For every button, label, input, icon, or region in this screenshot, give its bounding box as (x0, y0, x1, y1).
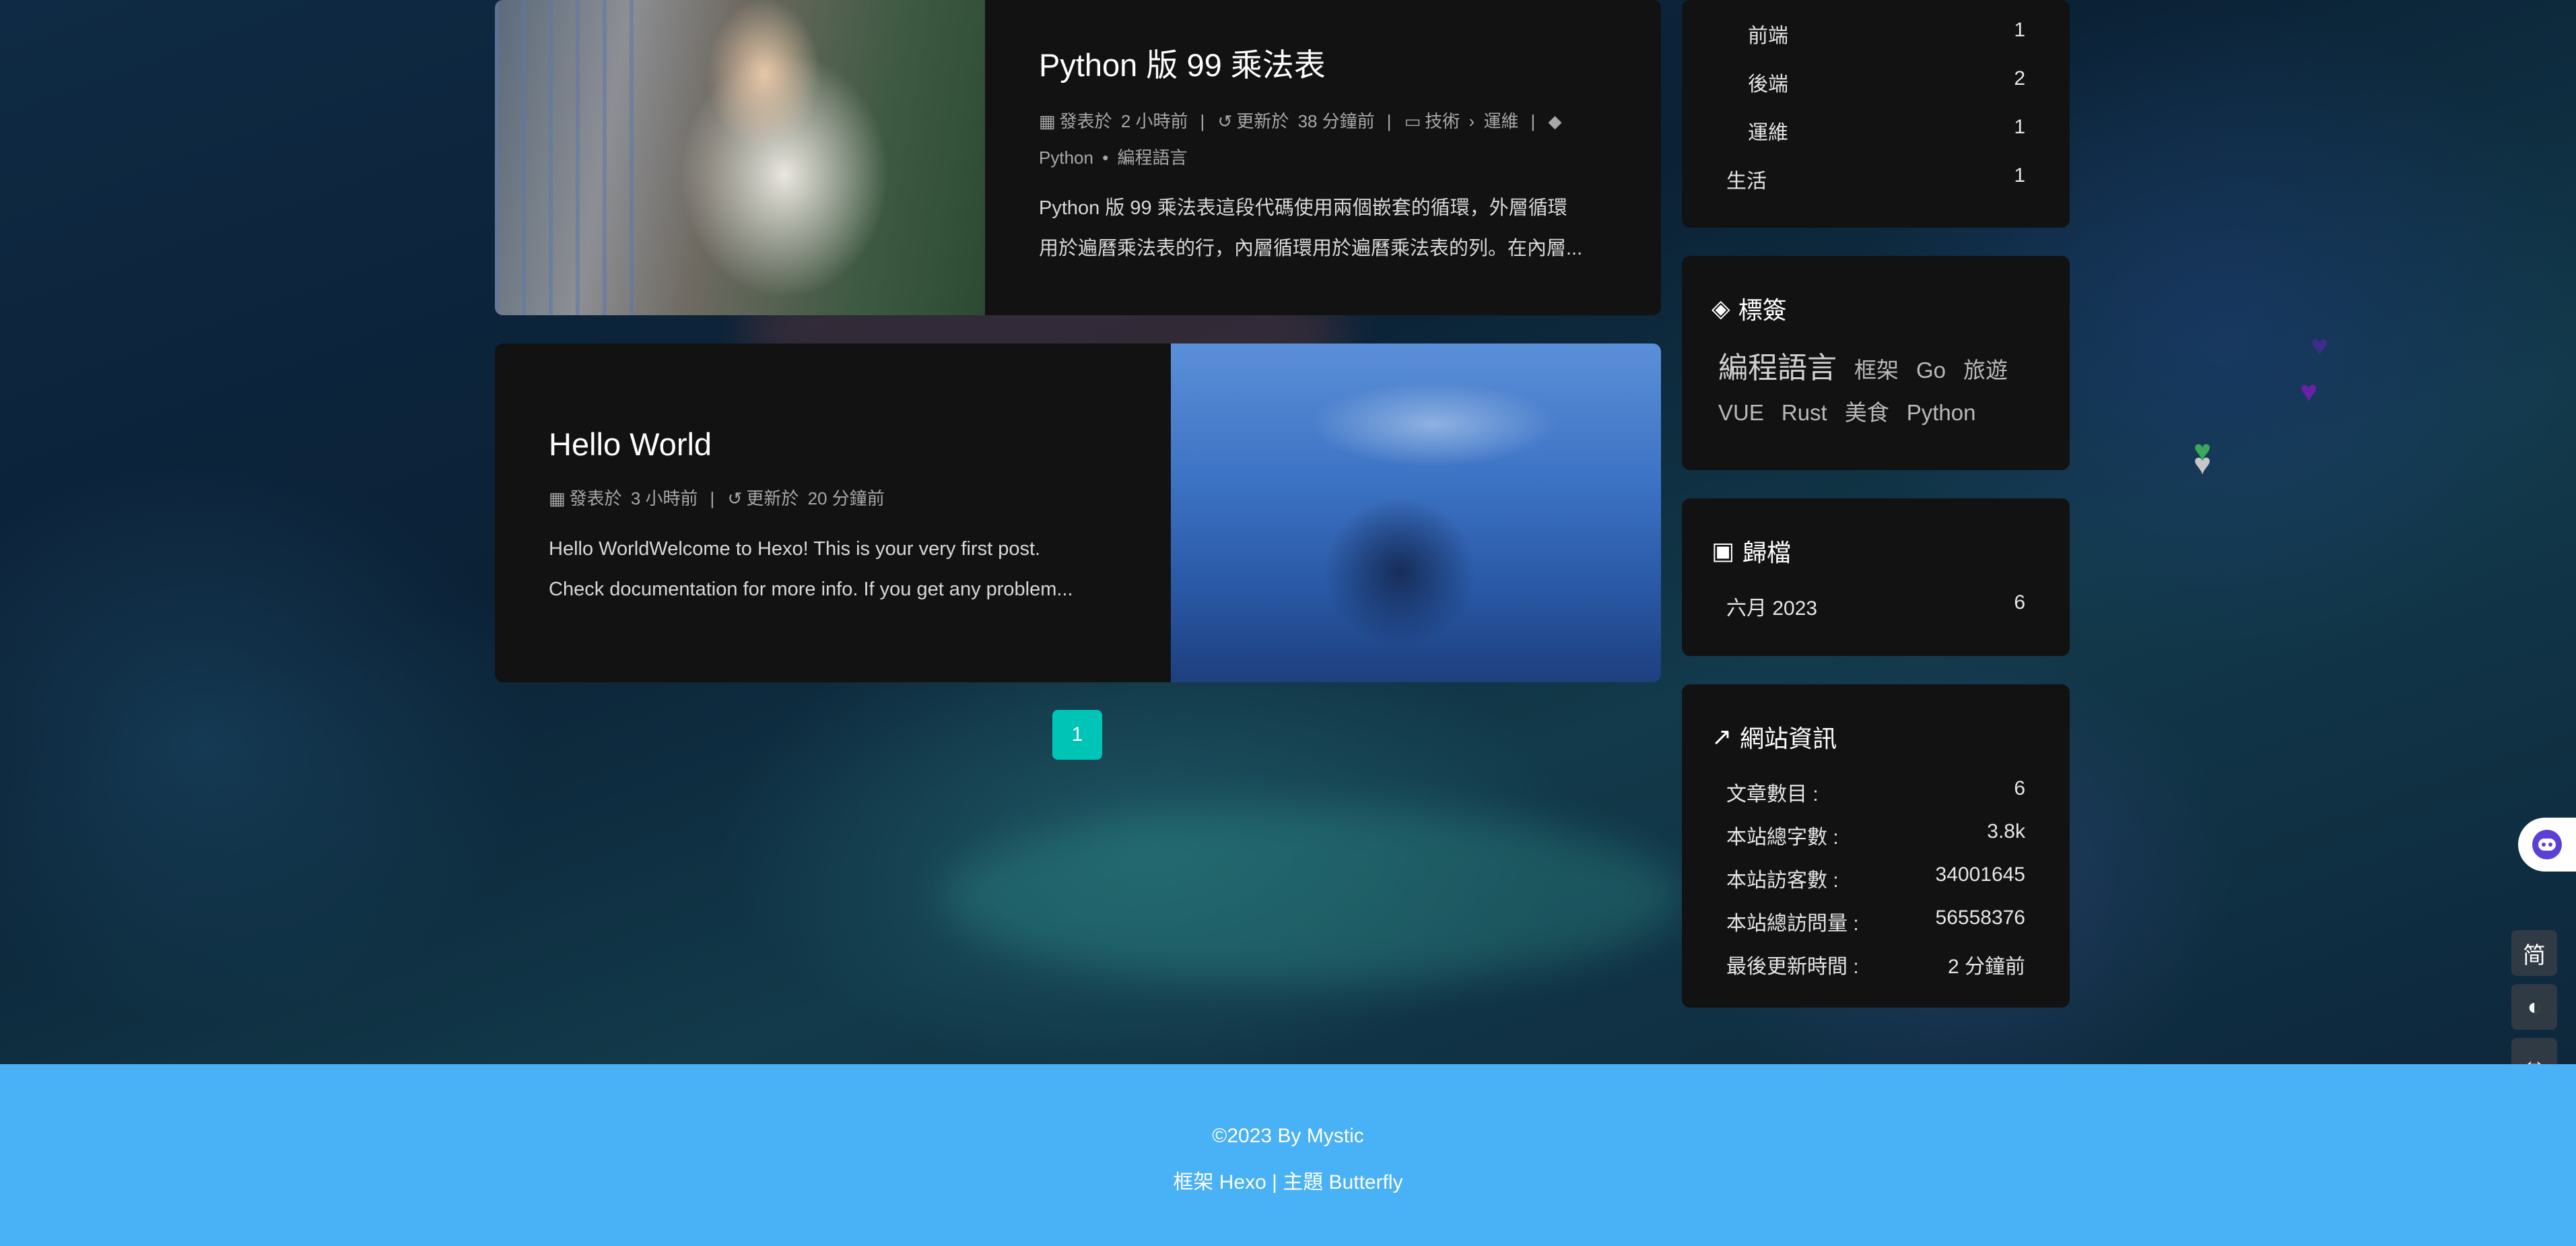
excerpt-line: Hello WorldWelcome to Hexo! This is your… (549, 538, 1041, 560)
updated-label: 更新於 (746, 488, 799, 509)
site-info-value: 6 (2014, 777, 2025, 799)
pagination-page-button[interactable]: 1 (1052, 710, 1102, 760)
category-count: 1 (2014, 116, 2025, 138)
categories-card: 前端 1 後端 2 運維 1 生活 1 (1682, 0, 2070, 228)
category-item[interactable]: 運維 1 (1748, 116, 2025, 145)
heart-icon: ♥ (2300, 375, 2318, 408)
post-excerpt: Python 版 99 乘法表這段代碼使用兩個嵌套的循環，外層循環 用於遍曆乘法… (1039, 188, 1631, 269)
site-info-label: 本站總字數 : (1726, 826, 1839, 849)
archive-card-header: ▣ 歸檔 (1711, 533, 1791, 568)
category-count: 1 (2014, 19, 2025, 41)
post-cover-image[interactable] (1171, 343, 1661, 682)
post-card[interactable]: Python 版 99 乘法表 ▦ 發表於 2 小時前 | ↺ 更新於 38 分鐘前 |… (495, 0, 1661, 315)
updated-time: 38 分鐘前 (1297, 111, 1375, 131)
footer-framework[interactable]: 框架 Hexo | 主題 Butterfly (0, 1165, 2576, 1195)
archive-count: 6 (2014, 591, 2025, 614)
archive-month: 六月 2023 (1726, 597, 1818, 620)
excerpt-line: 用於遍曆乘法表的行，內層循環用於遍曆乘法表的列。在內層... (1039, 238, 1583, 259)
site-info-card: ↗ 網站資訊 文章數目 : 6 本站總字數 : 3.8k 本站訪客數 : 340016… (1682, 684, 2070, 1008)
category-name: 生活 (1726, 170, 1767, 193)
site-info-label: 文章數目 : (1726, 783, 1819, 806)
published-label: 發表於 (1059, 111, 1112, 131)
category-name: 運維 (1748, 122, 1788, 144)
tag-cloud: 編程語言 框架 Go 旅遊 VUE Rust 美食 Python (1718, 343, 2043, 427)
heart-icon: ♥ (2311, 329, 2329, 362)
post-title[interactable]: Hello World (549, 426, 1141, 463)
excerpt-line: Python 版 99 乘法表這段代碼使用兩個嵌套的循環，外層循環 (1039, 197, 1567, 219)
post-cover-image[interactable] (495, 0, 985, 315)
site-info-row: 最後更新時間 : 2 分鐘前 (1726, 950, 2025, 979)
site-info-value: 34001645 (1935, 863, 2025, 886)
updated-time: 20 分鐘前 (807, 488, 885, 509)
tag-icon: ◆ (1548, 111, 1562, 131)
post-tag[interactable]: Python (1039, 147, 1093, 168)
category-link[interactable]: 技術 (1425, 111, 1460, 131)
post-tag[interactable]: 編程語言 (1118, 147, 1188, 168)
tag-link[interactable]: Rust (1782, 400, 1827, 426)
published-time: 3 小時前 (630, 488, 698, 509)
inbox-icon: ▭ (1404, 111, 1421, 131)
archive-item[interactable]: 六月 2023 6 (1726, 591, 2025, 621)
category-count: 2 (2014, 67, 2025, 90)
site-info-value: 3.8k (1987, 820, 2025, 843)
tag-link[interactable]: 旅遊 (1963, 352, 2008, 385)
excerpt-line: Check documentation for more info. If yo… (549, 579, 1073, 600)
updated-label: 更新於 (1236, 111, 1289, 131)
tag-link[interactable]: VUE (1718, 400, 1764, 426)
tags-icon: ◈ (1711, 294, 1730, 322)
site-info-label: 本站訪客數 : (1726, 870, 1839, 892)
darkmode-toggle-button[interactable]: ◐ (2511, 984, 2557, 1030)
footer: ©2023 By Mystic 框架 Hexo | 主題 Butterfly (0, 1064, 2576, 1246)
site-info-value: 2 分鐘前 (1947, 956, 2025, 978)
calendar-icon: ▦ (549, 488, 566, 509)
category-item[interactable]: 前端 1 (1748, 19, 2025, 48)
category-item[interactable]: 生活 1 (1726, 164, 2025, 194)
tags-card-header: ◈ 標簽 (1711, 291, 1787, 326)
heart-icon: ♥ (2194, 448, 2212, 481)
history-icon: ↺ (1217, 111, 1233, 131)
site-info-label: 最後更新時間 : (1726, 956, 1859, 978)
contrast-icon: ◐ (2527, 993, 2542, 1020)
published-label: 發表於 (569, 488, 622, 509)
post-excerpt: Hello WorldWelcome to Hexo! This is your… (549, 529, 1141, 610)
category-name: 前端 (1748, 25, 1788, 47)
archive-card: ▣ 歸檔 六月 2023 6 (1682, 498, 2070, 656)
tag-link[interactable]: 美食 (1845, 395, 1889, 427)
post-meta: ▦ 發表於 2 小時前 | ↺ 更新於 38 分鐘前 | ▭ 技術 › 運維 | ◆ Pyt… (1039, 111, 1562, 168)
site-info-row: 文章數目 : 6 (1726, 777, 2025, 807)
site-info-row: 本站訪客數 : 34001645 (1726, 863, 2025, 893)
chat-assistant-button[interactable] (2518, 818, 2576, 872)
dot-separator: • (1102, 147, 1109, 168)
category-name: 後端 (1748, 73, 1788, 96)
tag-link[interactable]: 編程語言 (1718, 343, 1837, 387)
chevron-right-icon: › (1468, 111, 1475, 131)
category-link[interactable]: 運維 (1483, 111, 1518, 131)
chart-line-icon: ↗ (1711, 723, 1732, 750)
background-streak (943, 808, 1683, 983)
published-time: 2 小時前 (1120, 111, 1188, 131)
site-info-label: 本站總訪問量 : (1726, 913, 1859, 935)
footer-copyright: ©2023 By Mystic (1212, 1125, 1364, 1147)
post-meta: ▦ 發表於 3 小時前 | ↺ 更新於 20 分鐘前 (549, 488, 885, 509)
post-card[interactable]: Hello World ▦ 發表於 3 小時前 | ↺ 更新於 20 分鐘前 Hell… (495, 343, 1661, 682)
site-info-row: 本站總訪問量 : 56558376 (1726, 907, 2025, 936)
post-title[interactable]: Python 版 99 乘法表 (1039, 39, 1631, 86)
site-info-row: 本站總字數 : 3.8k (1726, 820, 2025, 850)
tags-card: ◈ 標簽 編程語言 框架 Go 旅遊 VUE Rust 美食 Python (1682, 256, 2070, 470)
tag-link[interactable]: 框架 (1854, 352, 1899, 385)
category-item[interactable]: 後端 2 (1748, 67, 2025, 97)
category-count: 1 (2014, 164, 2025, 187)
calendar-icon: ▦ (1039, 111, 1056, 131)
tags-card-title: 標簽 (1738, 296, 1787, 324)
history-icon: ↺ (727, 488, 743, 509)
tag-link[interactable]: Python (1907, 400, 1976, 426)
archive-icon: ▣ (1711, 537, 1735, 564)
site-info-value: 56558376 (1935, 907, 2025, 929)
site-info-title: 網站資訊 (1740, 725, 1837, 752)
robot-face-icon (2532, 830, 2562, 859)
site-info-header: ↗ 網站資訊 (1711, 719, 1837, 754)
tag-link[interactable]: Go (1916, 358, 1946, 383)
translate-button[interactable]: 简 (2511, 930, 2557, 976)
archive-card-title: 歸檔 (1742, 539, 1792, 566)
